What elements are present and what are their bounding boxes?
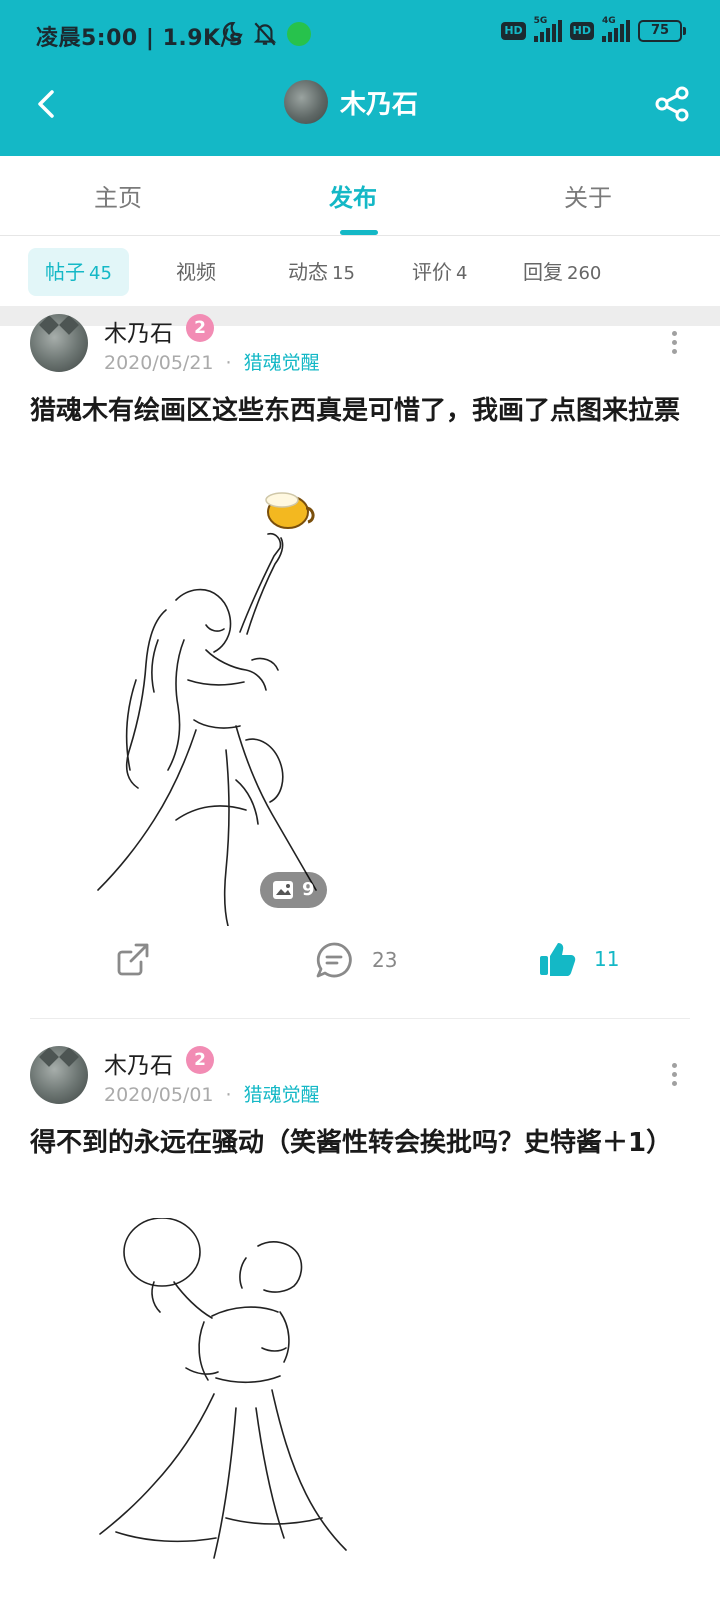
share-button[interactable]: [114, 940, 152, 978]
comment-icon: [316, 942, 352, 978]
moon-icon: [222, 22, 243, 42]
post-image[interactable]: [76, 490, 336, 926]
meta-dot: ·: [225, 1084, 232, 1106]
post-date: 2020/05/01: [104, 1084, 214, 1106]
share-icon[interactable]: [652, 84, 692, 124]
forum-link[interactable]: 猎魂觉醒: [244, 1084, 320, 1106]
network-type: 5G: [533, 16, 548, 26]
chip-label: 动态: [288, 260, 328, 284]
chip-videos[interactable]: 视频: [176, 248, 220, 296]
chip-activity[interactable]: 动态 15: [288, 248, 355, 296]
beer-mug-icon: [265, 492, 315, 529]
level-badge: 2: [186, 1046, 214, 1074]
chip-label: 视频: [176, 260, 216, 284]
post-title[interactable]: 得不到的永远在骚动（笑酱性转会挨批吗？史特酱＋1）: [30, 1120, 690, 1166]
comment-button[interactable]: 23: [314, 940, 397, 980]
tab-home[interactable]: 主页: [94, 178, 142, 213]
post-date: 2020/05/21: [104, 352, 214, 374]
signal-icon: 5G: [533, 16, 562, 42]
post-image[interactable]: [76, 1218, 356, 1600]
thumbs-up-icon: [540, 943, 576, 976]
hd-badge: HD: [569, 22, 594, 40]
forum-link[interactable]: 猎魂觉醒: [244, 352, 320, 374]
level-badge: 2: [186, 314, 214, 342]
image-count: 9: [302, 879, 315, 900]
chip-label: 评价: [412, 260, 452, 284]
tab-about[interactable]: 关于: [564, 178, 612, 213]
page-title: 木乃石: [340, 89, 419, 120]
post-divider: [30, 1018, 690, 1019]
post-meta: 2020/05/01 · 猎魂觉醒: [104, 1080, 320, 1107]
chip-count: 260: [567, 263, 602, 284]
post-meta: 2020/05/21 · 猎魂觉醒: [104, 348, 320, 375]
image-icon: [273, 881, 293, 899]
post-card[interactable]: 木乃石 2 2020/05/21 · 猎魂觉醒 猎魂木有绘画区这些东西真是可惜了，我…: [0, 314, 720, 1026]
tab-posts[interactable]: 发布: [329, 178, 377, 213]
post-title[interactable]: 猎魂木有绘画区这些东西真是可惜了，我画了点图来拉票: [30, 388, 690, 434]
chip-label: 帖子: [45, 260, 85, 284]
post-card[interactable]: 木乃石 2 2020/05/01 · 猎魂觉醒 得不到的永远在骚动（笑酱性转会挨批吗…: [0, 1046, 720, 1600]
avatar[interactable]: [284, 80, 328, 124]
chip-reviews[interactable]: 评价 4: [412, 248, 467, 296]
tab-indicator: [340, 230, 378, 235]
chip-replies[interactable]: 回复 260: [523, 248, 601, 296]
author-name[interactable]: 木乃石: [104, 1046, 173, 1080]
network-type: 4G: [602, 16, 616, 26]
app-header: 凌晨5:00 | 1.9K/s HD 5G HD 4G 75 木乃石: [0, 0, 720, 156]
hd-badge: HD: [501, 22, 526, 40]
image-count-badge: 9: [260, 872, 327, 908]
meta-dot: ·: [225, 352, 232, 374]
status-time: 凌晨5:00 | 1.9K/s: [36, 26, 243, 51]
battery-icon: 75: [638, 20, 686, 42]
more-icon[interactable]: [670, 331, 678, 357]
author-name[interactable]: 木乃石: [104, 314, 173, 348]
comment-count: 23: [372, 948, 398, 972]
signal-icon: 4G: [602, 16, 630, 42]
avatar[interactable]: [30, 314, 88, 372]
chip-label: 回复: [523, 260, 563, 284]
back-icon[interactable]: [30, 86, 66, 122]
nav-bar: 木乃石: [0, 70, 720, 156]
like-button[interactable]: 11: [538, 940, 619, 978]
status-bar: 凌晨5:00 | 1.9K/s HD 5G HD 4G 75: [0, 0, 720, 70]
more-icon[interactable]: [670, 1063, 678, 1089]
like-count: 11: [594, 947, 620, 971]
avatar[interactable]: [30, 1046, 88, 1104]
filter-chips: 帖子 45 视频 动态 15 评价 4 回复 260: [0, 244, 720, 302]
muted-bell-icon: [253, 22, 277, 46]
post-actions: 23 11: [0, 940, 720, 996]
profile-title: 木乃石: [284, 80, 418, 124]
wechat-icon: [287, 22, 311, 46]
chip-count: 4: [456, 263, 468, 284]
chip-count: 45: [89, 263, 112, 284]
chip-count: 15: [332, 263, 355, 284]
profile-tabs: 主页 发布 关于: [0, 156, 720, 236]
chip-posts[interactable]: 帖子 45: [28, 248, 129, 296]
share-out-icon: [117, 943, 149, 976]
